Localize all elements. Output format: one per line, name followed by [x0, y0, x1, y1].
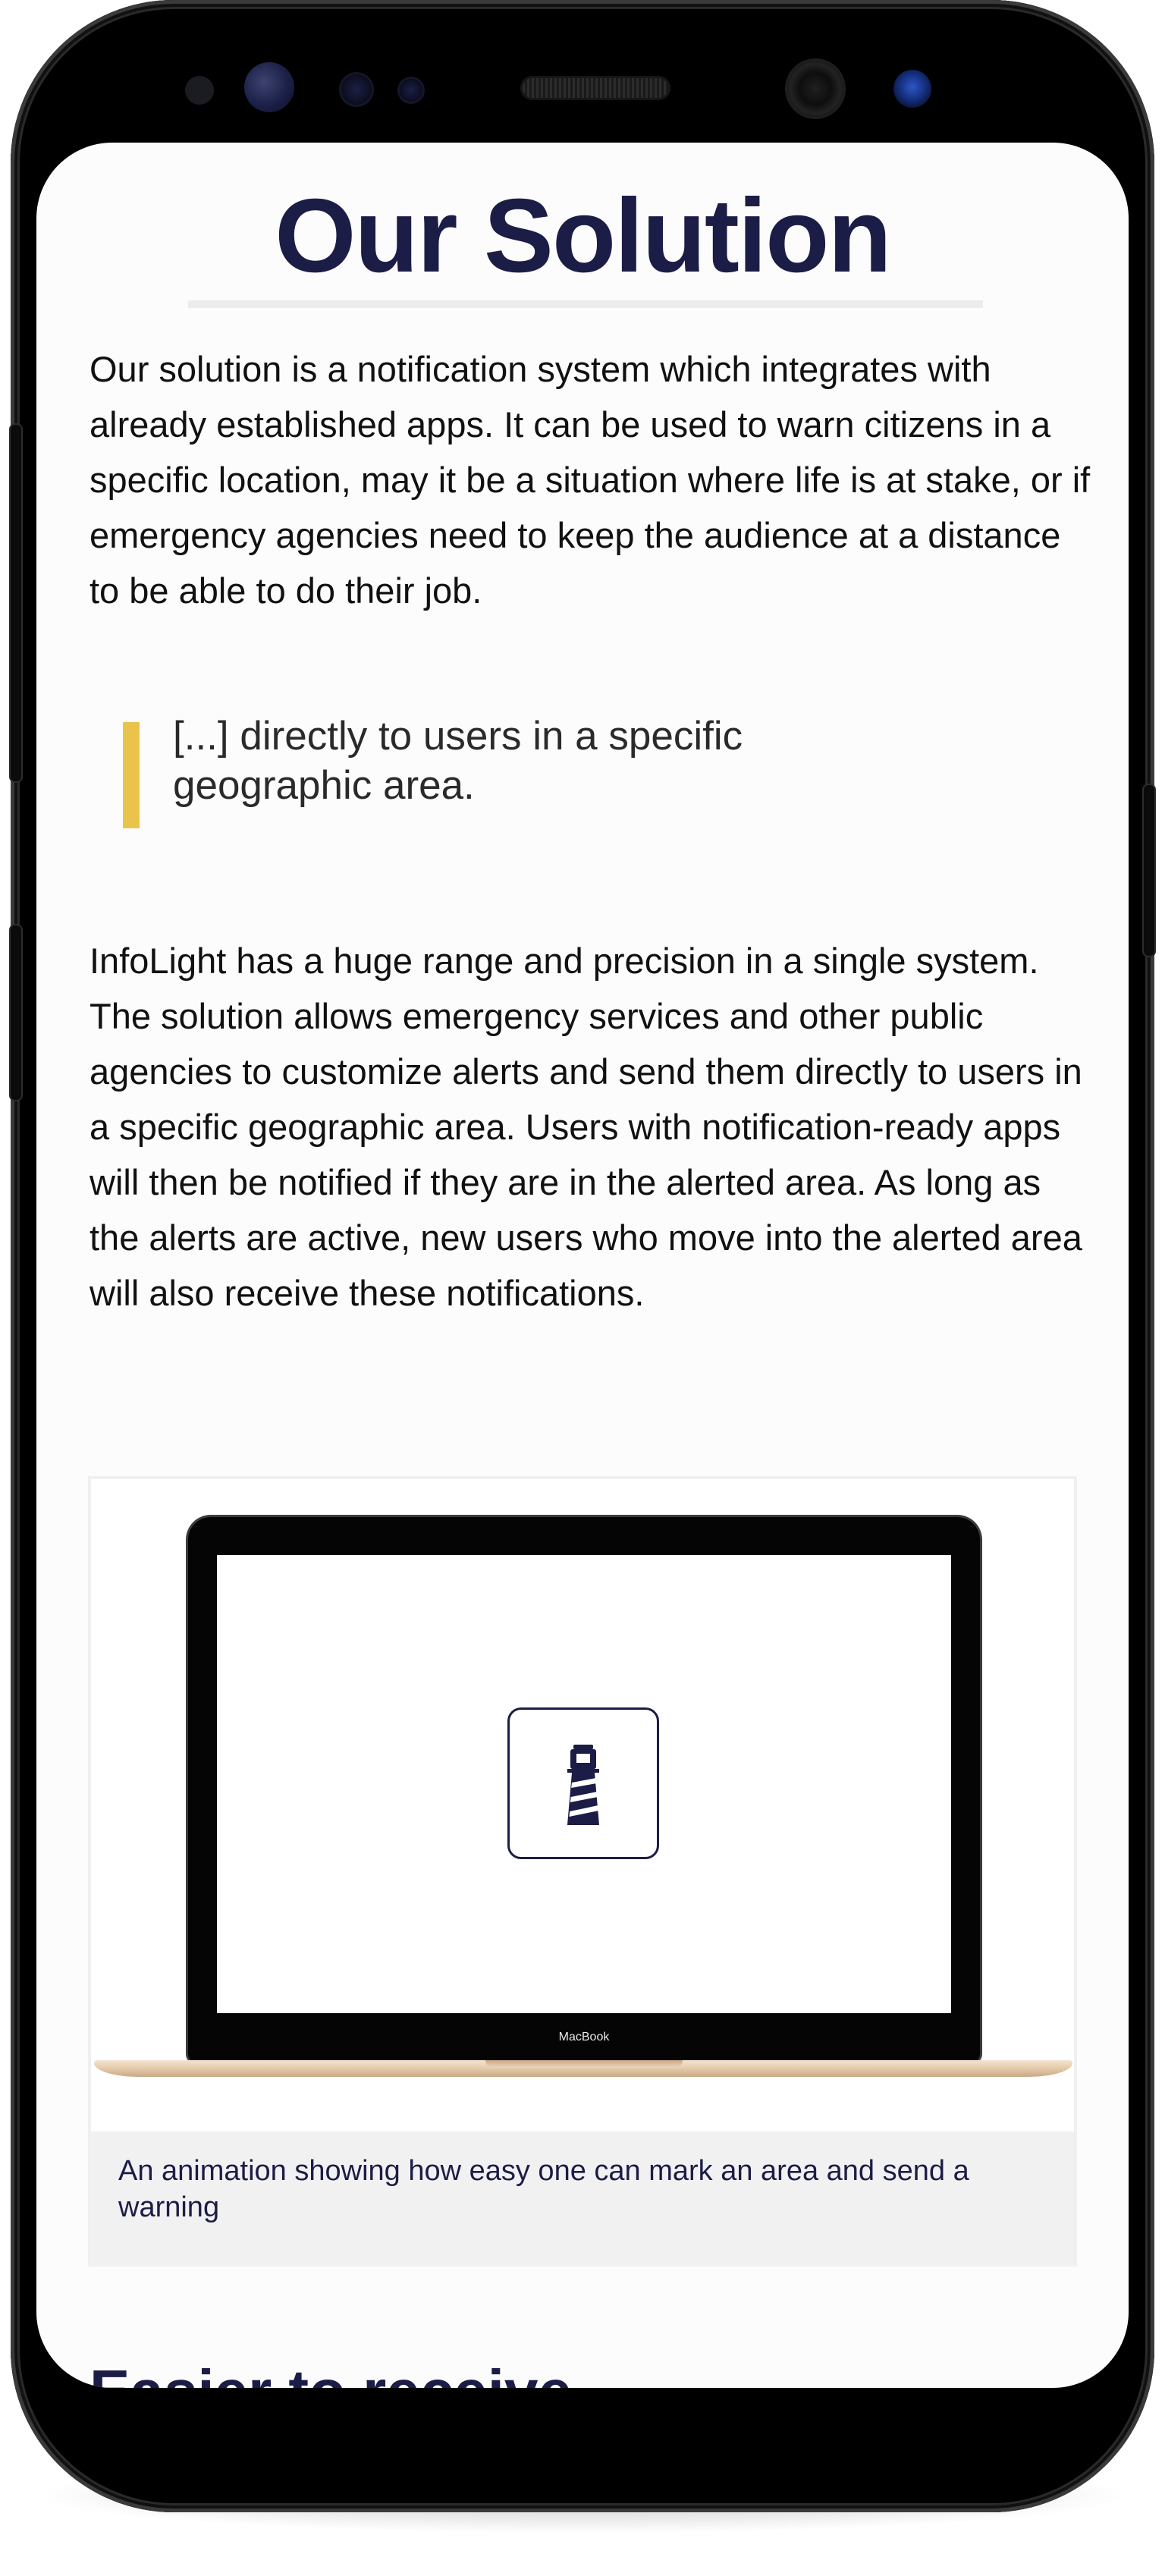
iris-camera	[893, 70, 931, 108]
animation-figure: MacBook An animation showing how easy on…	[88, 1476, 1077, 2267]
volume-button	[11, 425, 21, 781]
device-brand-label: MacBook	[558, 2031, 610, 2044]
iris-sensor	[244, 62, 294, 112]
pull-quote: [...] directly to users in a specific ge…	[173, 714, 743, 808]
intro-paragraph: Our solution is a notification system wh…	[89, 349, 1091, 611]
light-sensor	[341, 74, 372, 105]
laptop-hinge-notch	[485, 2060, 683, 2068]
earpiece-speaker	[520, 76, 670, 100]
figure-caption: An animation showing how easy one can ma…	[91, 2131, 1074, 2267]
body-paragraph: InfoLight has a huge range and precision…	[89, 941, 1082, 1313]
front-camera	[787, 61, 843, 117]
page-title: Our Solution	[275, 177, 892, 294]
lighthouse-icon	[507, 1707, 659, 1859]
proximity-sensor	[185, 76, 214, 105]
section-heading: Easier to receive	[89, 2358, 1076, 2388]
quote-accent-bar	[123, 722, 140, 828]
status-led	[400, 79, 422, 102]
title-divider	[188, 300, 983, 308]
assistant-button	[11, 925, 21, 1100]
phone-screen: Our Solution Our solution is a notificat…	[36, 143, 1129, 2388]
power-button	[1144, 785, 1154, 956]
